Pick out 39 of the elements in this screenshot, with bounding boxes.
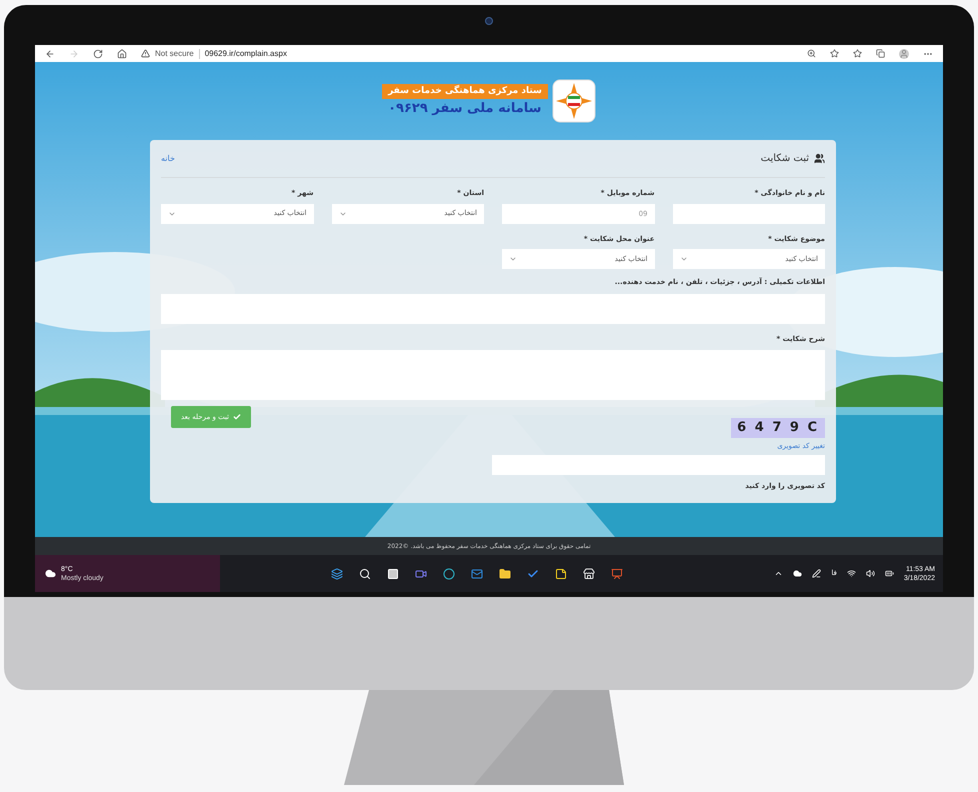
- home-icon[interactable]: [117, 48, 127, 58]
- captcha-image: 6 4 7 9 C: [731, 418, 825, 438]
- chevron-icon[interactable]: [774, 569, 784, 578]
- back-icon[interactable]: [45, 48, 55, 58]
- favorites-icon[interactable]: [853, 49, 862, 58]
- chevron-icon: [509, 255, 517, 263]
- profile-icon[interactable]: [899, 48, 909, 58]
- captcha-input-field[interactable]: [492, 455, 825, 475]
- slides-icon[interactable]: [611, 568, 624, 580]
- camera-icon: [485, 17, 493, 25]
- users-icon: [814, 153, 825, 164]
- chevron-icon: [680, 255, 688, 263]
- security-label: Not secure: [155, 48, 194, 60]
- task-view-icon[interactable]: [387, 568, 400, 580]
- form-title: ثبت شکایت: [760, 152, 809, 166]
- reload-icon[interactable]: [93, 48, 103, 58]
- address-text[interactable]: 09629.ir/complain.aspx: [204, 48, 287, 60]
- battery-icon[interactable]: [884, 569, 894, 578]
- folder-icon[interactable]: [499, 568, 512, 580]
- logo-icon: [552, 79, 596, 123]
- search-icon[interactable]: [359, 568, 372, 580]
- cloud-icon[interactable]: [793, 569, 802, 578]
- home-link[interactable]: خانه: [161, 152, 175, 164]
- star-icon[interactable]: [830, 49, 839, 58]
- banner-title: ستاد مرکزی هماهنگی خدمات سفر: [382, 84, 548, 99]
- mail-icon[interactable]: [471, 568, 484, 580]
- collections-icon[interactable]: [876, 49, 885, 58]
- cloud-icon: [45, 568, 56, 579]
- video-icon[interactable]: [415, 568, 428, 580]
- volume-icon[interactable]: [866, 569, 875, 578]
- note-icon[interactable]: [555, 568, 568, 580]
- warning-icon: [141, 49, 150, 58]
- pen-icon[interactable]: [812, 569, 822, 578]
- banner-subtitle: سامانه ملی سفر ۰۹۶۲۹: [387, 100, 542, 118]
- input-field[interactable]: [672, 204, 825, 224]
- check-icon: [233, 413, 241, 421]
- store-icon[interactable]: [583, 568, 596, 580]
- zoom-icon[interactable]: [807, 49, 816, 58]
- wifi-icon[interactable]: [846, 569, 856, 578]
